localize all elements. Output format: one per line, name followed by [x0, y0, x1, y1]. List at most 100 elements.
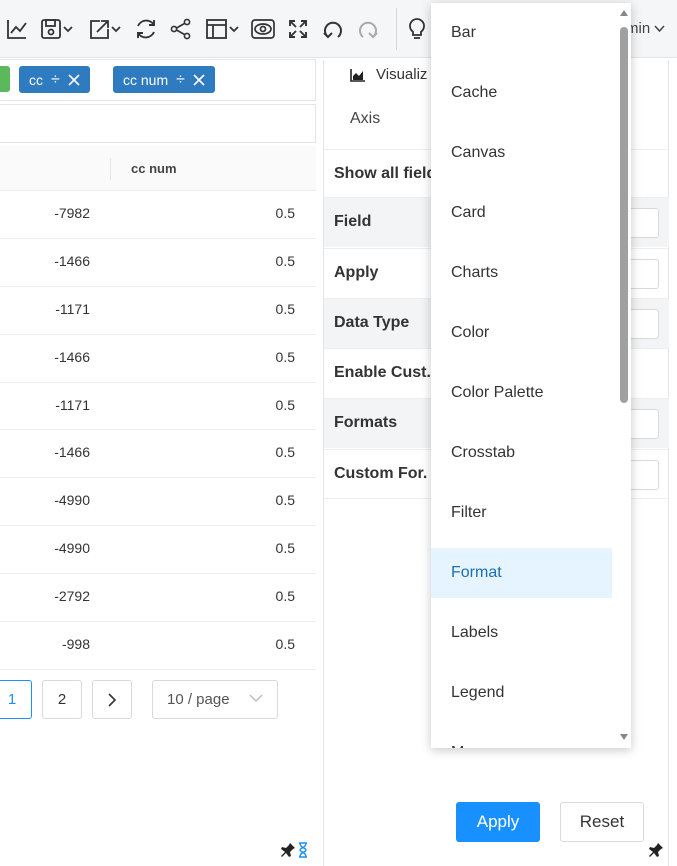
table-row[interactable]: -1171 0.5 [0, 287, 316, 335]
table-row[interactable]: -7982 0.5 [0, 191, 316, 239]
row-label: Apply [334, 264, 379, 281]
dropdown-item[interactable]: Card [431, 188, 612, 238]
apply-button[interactable]: Apply [456, 802, 540, 842]
page-1-button[interactable]: 1 [0, 680, 32, 719]
dropdown-item[interactable]: M [431, 728, 612, 748]
pin-icon[interactable] [648, 842, 664, 861]
redo-icon [357, 15, 379, 43]
property-dropdown: Bar Cache Canvas Card Charts Color Color Palet… [431, 3, 631, 748]
area-chart-icon [350, 68, 365, 82]
table-row[interactable]: -1466 0.5 [0, 430, 316, 479]
table-cell: 0.5 [275, 540, 295, 557]
scroll-up-icon[interactable] [619, 9, 629, 17]
layout-icon[interactable] [205, 15, 241, 43]
table-cell: 0.5 [275, 444, 295, 461]
table-cell: -1171 [55, 396, 90, 413]
filter-bar[interactable] [0, 104, 316, 143]
chip-label: cc num [123, 71, 169, 88]
table-row[interactable]: -4990 0.5 [0, 478, 316, 527]
close-icon[interactable] [193, 73, 205, 86]
scroll-down-icon[interactable] [619, 733, 629, 741]
dropdown-item[interactable]: Labels [431, 608, 612, 658]
row-label: Data Type [334, 314, 410, 331]
table-cell: -1466 [54, 348, 90, 365]
dropdown-item[interactable]: Filter [431, 488, 612, 538]
fullscreen-icon[interactable] [287, 15, 309, 43]
preview-icon[interactable] [251, 15, 275, 43]
close-icon[interactable] [68, 73, 80, 86]
refresh-icon[interactable] [134, 15, 158, 43]
column-header[interactable]: cc num [131, 161, 177, 176]
page-size-value: 10 / page [167, 691, 230, 708]
column-chip-bar: cc ÷ cc num ÷ [0, 59, 316, 101]
row-label: Custom For. [334, 465, 428, 482]
dropdown-scrollbar[interactable] [616, 3, 631, 748]
dropdown-item[interactable]: Color Palette [431, 368, 612, 418]
chevron-down-icon [249, 694, 263, 702]
reset-button[interactable]: Reset [560, 802, 644, 842]
column-divider[interactable] [110, 158, 111, 180]
user-menu[interactable]: min [626, 20, 665, 37]
row-label: Enable Cust. [334, 364, 431, 381]
table-cell: -4990 [54, 492, 90, 509]
table-row[interactable]: -1466 0.5 [0, 335, 316, 383]
save-icon[interactable] [40, 15, 74, 43]
table-row[interactable]: -4990 0.5 [0, 526, 316, 575]
table-cell: 0.5 [275, 252, 295, 269]
toolbar-separator [396, 8, 397, 50]
row-label: Field [334, 213, 372, 230]
row-label: Show all field [334, 165, 437, 182]
grid-header: cc num [0, 146, 316, 191]
chip-cc[interactable]: cc ÷ [19, 66, 90, 93]
table-row[interactable]: -1466 0.5 [0, 239, 316, 287]
divide-icon[interactable]: ÷ [176, 71, 185, 89]
next-page-button[interactable] [92, 680, 132, 719]
undo-icon[interactable] [322, 15, 344, 43]
table-row[interactable]: -1171 0.5 [0, 383, 316, 431]
dropdown-item[interactable]: Bar [431, 8, 612, 58]
chip-cc-num[interactable]: cc num ÷ [113, 66, 215, 93]
table-cell: 0.5 [275, 636, 295, 653]
chevron-down-icon [654, 25, 665, 33]
dropdown-item[interactable]: Color [431, 308, 612, 358]
dropdown-item[interactable]: Crosstab [431, 428, 612, 478]
tab-label: Visualiz [376, 66, 428, 83]
share-icon[interactable] [170, 15, 192, 43]
row-label: Formats [334, 414, 398, 431]
table-cell: -2792 [54, 588, 90, 605]
table-row[interactable]: -2792 0.5 [0, 574, 316, 623]
data-grid: cc num -7982 0.5 -1466 0.5 -1171 0.5 -1466 0.5-… [0, 146, 316, 670]
chevron-right-icon [108, 692, 117, 707]
table-cell: -1466 [54, 252, 90, 269]
dropdown-item[interactable]: Format [431, 548, 612, 598]
table-cell: 0.5 [275, 348, 295, 365]
hourglass-icon [298, 842, 308, 861]
tab-visualization[interactable]: Visualiz [350, 66, 427, 83]
dropdown-item[interactable]: Charts [431, 248, 612, 298]
page-2-button[interactable]: 2 [42, 680, 82, 719]
table-cell: 0.5 [275, 396, 295, 413]
page-size-select[interactable]: 10 / page [152, 680, 278, 719]
axis-label[interactable]: Axis [350, 110, 380, 128]
table-cell: -1171 [55, 300, 90, 317]
table-cell: -998 [61, 636, 90, 653]
table-cell: 0.5 [275, 300, 295, 317]
table-cell: 0.5 [275, 588, 295, 605]
dropdown-item[interactable]: Canvas [431, 128, 612, 178]
table-cell: -7982 [54, 205, 90, 221]
table-cell: 0.5 [275, 492, 295, 509]
chip-label: cc [29, 71, 43, 88]
table-row[interactable]: -998 0.5 [0, 622, 316, 670]
table-cell: -1466 [54, 444, 90, 461]
pin-icon[interactable] [280, 842, 296, 861]
dropdown-item[interactable]: Cache [431, 68, 612, 118]
table-cell: -4990 [54, 540, 90, 557]
divide-icon[interactable]: ÷ [51, 71, 60, 89]
lightbulb-icon[interactable] [407, 15, 427, 43]
scrollbar-thumb[interactable] [620, 27, 628, 403]
line-chart-icon[interactable] [6, 15, 28, 43]
chip-green[interactable] [0, 66, 10, 92]
table-cell: 0.5 [275, 205, 295, 221]
export-icon[interactable] [88, 15, 122, 43]
dropdown-item[interactable]: Legend [431, 668, 612, 718]
